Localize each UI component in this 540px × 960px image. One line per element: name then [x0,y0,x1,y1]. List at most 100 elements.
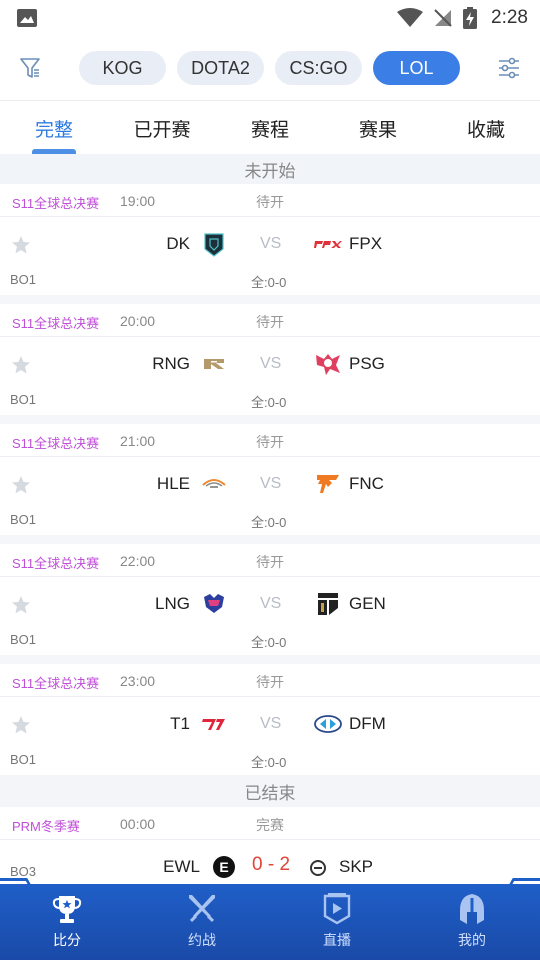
trophy-icon [52,896,82,923]
home-team-name: DK [166,234,190,253]
ewl-logo-icon: E [213,856,235,878]
game-pill-kog[interactable]: KOG [79,51,166,85]
game-pill-lol[interactable]: LOL [373,51,460,85]
hle-logo-icon [202,479,226,488]
match-score: 全:0-0 [251,635,287,650]
nav-label: 我的 [458,932,486,948]
rng-logo-icon [204,359,224,369]
nav-label: 约战 [188,932,216,948]
home-team-name: RNG [152,354,190,373]
tab-favorites[interactable]: 收藏 [436,101,536,155]
event-name: S11全球总决赛 [12,196,100,211]
match-status: 待开 [256,194,284,210]
match-score: 全:0-0 [251,275,287,290]
match-time: 22:00 [120,553,156,569]
vs-label: VS [260,475,282,492]
nav-scores[interactable]: 比分 [27,884,107,960]
vs-label: VS [260,355,282,372]
gen-logo-icon [318,593,338,615]
psg-logo-icon [316,354,340,375]
live-play-icon [323,893,351,925]
event-name: S11全球总决赛 [12,676,100,691]
sliders-settings-icon[interactable] [497,56,521,80]
status-bar: 2:28 [0,0,540,36]
vs-label: VS [260,235,282,252]
match-time: 20:00 [120,313,156,329]
match-card[interactable]: S11全球总决赛 21:00 待开 HLE VS FNC BO1 全:0-0 [0,424,540,535]
match-format: BO1 [10,752,37,767]
favorite-star-icon[interactable] [11,355,31,375]
match-format: BO1 [10,272,37,287]
bottom-navigation: 比分 约战 直播 我的 [0,878,540,960]
dfm-logo-icon [314,715,342,733]
final-score: 0 - 2 [252,854,291,875]
t1-logo-icon [202,719,225,730]
game-pill-dota2[interactable]: DOTA2 [177,51,264,85]
away-team-name: FNC [349,474,384,493]
tab-schedule[interactable]: 赛程 [220,101,320,155]
match-tabs: 完整 已开赛 赛程 赛果 收藏 [0,100,540,155]
nav-live[interactable]: 直播 [297,884,377,960]
match-card[interactable]: S11全球总决赛 20:00 待开 RNG VS PSG BO1 全:0-0 [0,304,540,415]
nav-label: 直播 [323,932,351,948]
home-team-name: HLE [156,474,190,493]
event-name: S11全球总决赛 [12,556,100,571]
fpx-logo-icon [314,241,342,248]
crossed-swords-icon [189,895,215,923]
nav-profile[interactable]: 我的 [432,884,512,960]
dk-logo-icon [204,233,224,257]
match-format: BO1 [10,632,37,647]
image-notification-icon [17,9,37,27]
match-status: 待开 [256,554,284,570]
match-card[interactable]: S11全球总决赛 19:00 待开 DK VS FPX BO1 全:0-0 [0,184,540,295]
vs-label: VS [260,595,282,612]
match-list[interactable]: 未开始 S11全球总决赛 19:00 待开 DK VS FPX BO1 全:0-… [0,154,540,884]
event-name: S11全球总决赛 [12,316,100,331]
section-header-finished: 已结束 [0,775,540,807]
match-score: 全:0-0 [251,395,287,410]
match-card[interactable]: PRM冬季赛 00:00 完赛 BO3 EWL E 0 - 2 SKP [0,807,540,884]
away-team-name: SKP [339,857,374,876]
match-format: BO3 [10,864,37,879]
event-name: S11全球总决赛 [12,436,100,451]
away-team-name: PSG [349,354,385,373]
home-team-name: LNG [155,594,190,613]
away-team-name: FPX [349,234,383,253]
match-card[interactable]: S11全球总决赛 23:00 待开 T1 VS DFM BO1 全:0-0 [0,664,540,775]
tab-in-progress[interactable]: 已开赛 [112,101,212,155]
favorite-star-icon[interactable] [11,235,31,255]
nav-challenge[interactable]: 约战 [162,884,242,960]
match-format: BO1 [10,512,37,527]
no-signal-icon [434,9,452,27]
battery-charging-icon [463,7,478,29]
match-status: 待开 [256,314,284,330]
match-card[interactable]: S11全球总决赛 22:00 待开 LNG VS GEN BO1 全:0-0 [0,544,540,655]
match-status: 完赛 [256,817,284,833]
fnc-logo-icon [317,475,339,493]
away-team-name: DFM [349,714,386,733]
nav-corner-right [507,878,540,888]
game-pill-csgo[interactable]: CS:GO [275,51,362,85]
clock: 2:28 [491,7,528,28]
tab-results[interactable]: 赛果 [328,101,428,155]
favorite-star-icon[interactable] [11,715,31,735]
event-name: PRM冬季赛 [12,819,80,834]
favorite-star-icon[interactable] [11,595,31,615]
svg-text:E: E [219,859,228,875]
vs-label: VS [260,715,282,732]
wifi-icon [397,8,424,27]
match-score: 全:0-0 [251,755,287,770]
away-team-name: GEN [349,594,386,613]
nav-label: 比分 [53,932,81,948]
tab-complete[interactable]: 完整 [4,101,104,155]
game-filter-bar: KOG DOTA2 CS:GO LOL [0,48,540,88]
match-time: 00:00 [120,816,156,832]
filter-icon[interactable] [19,56,41,80]
match-score: 全:0-0 [251,515,287,530]
match-time: 23:00 [120,673,156,689]
helmet-icon [460,894,484,924]
match-time: 19:00 [120,193,156,209]
match-time: 21:00 [120,433,156,449]
favorite-star-icon[interactable] [11,475,31,495]
match-format: BO1 [10,392,37,407]
